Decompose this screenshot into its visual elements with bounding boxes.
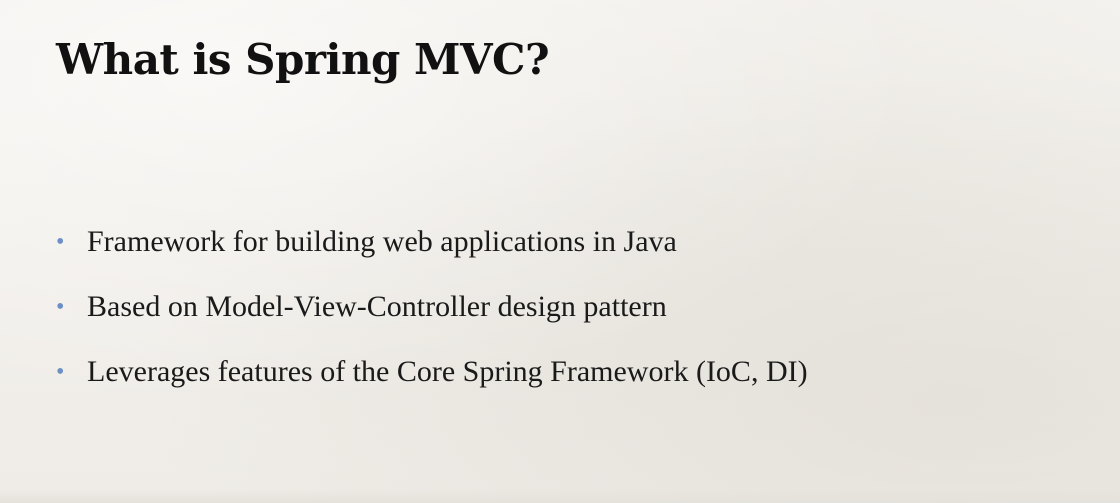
bullet-item: • Leverages features of the Core Spring … (56, 352, 808, 417)
bullet-text: Based on Model-View-Controller design pa… (87, 290, 667, 323)
bullet-item: • Based on Model-View-Controller design … (56, 287, 808, 352)
bullet-item: • Framework for building web application… (56, 222, 808, 287)
bullet-text: Leverages features of the Core Spring Fr… (87, 355, 808, 388)
bullet-text: Framework for building web applications … (87, 225, 677, 258)
bullet-list: • Framework for building web application… (56, 222, 808, 417)
paper-edge (0, 489, 1120, 503)
bullet-dot-icon: • (56, 229, 65, 255)
bullet-dot-icon: • (56, 294, 65, 320)
slide-title: What is Spring MVC? (56, 35, 550, 84)
bullet-dot-icon: • (56, 359, 65, 385)
slide: What is Spring MVC? • Framework for buil… (0, 0, 1120, 503)
